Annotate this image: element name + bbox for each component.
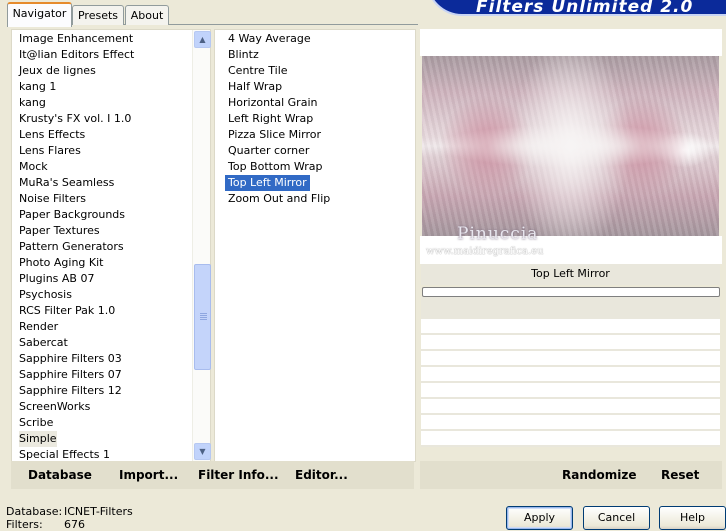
filter-item[interactable]: Half Wrap <box>225 79 285 95</box>
category-item[interactable]: ScreenWorks <box>19 399 90 415</box>
filter-item[interactable]: Top Left Mirror <box>225 175 310 191</box>
category-item[interactable]: Pattern Generators <box>19 239 124 255</box>
reset-button[interactable]: Reset <box>661 468 699 482</box>
category-item[interactable]: Sapphire Filters 03 <box>19 351 122 367</box>
filter-item[interactable]: Blintz <box>225 47 262 63</box>
category-item[interactable]: Noise Filters <box>19 191 86 207</box>
scroll-down-button[interactable]: ▼ <box>194 443 211 460</box>
watermark-name: Pinuccia <box>457 224 539 244</box>
filter-item[interactable]: 4 Way Average <box>225 31 314 47</box>
category-item[interactable]: Photo Aging Kit <box>19 255 103 271</box>
category-item[interactable]: Lens Effects <box>19 127 85 143</box>
cancel-button[interactable]: Cancel <box>583 506 650 530</box>
filter-item[interactable]: Pizza Slice Mirror <box>225 127 324 143</box>
category-item[interactable]: RCS Filter Pak 1.0 <box>19 303 115 319</box>
help-button[interactable]: Help <box>659 506 726 530</box>
filter-item[interactable]: Centre Tile <box>225 63 291 79</box>
category-item[interactable]: Simple <box>19 431 57 447</box>
filter-item[interactable]: Zoom Out and Flip <box>225 191 333 207</box>
control-slot <box>421 367 720 381</box>
tab-presets[interactable]: Presets <box>72 5 124 25</box>
control-slot <box>421 351 720 365</box>
filter-name-label: Top Left Mirror <box>531 267 610 280</box>
preview-top-margin <box>420 29 722 56</box>
filters-count-value: 676 <box>64 518 85 531</box>
scroll-up-button[interactable]: ▲ <box>194 31 211 48</box>
control-slot <box>421 319 720 333</box>
category-item[interactable]: Lens Flares <box>19 143 81 159</box>
control-slot <box>421 383 720 397</box>
category-item[interactable]: Render <box>19 319 58 335</box>
control-slot <box>421 335 720 349</box>
control-header-area <box>421 297 720 319</box>
category-item[interactable]: Sapphire Filters 07 <box>19 367 122 383</box>
category-item[interactable]: Paper Textures <box>19 223 100 239</box>
left-button-bar: Database Import... Filter Info... Editor… <box>11 461 414 489</box>
category-item[interactable]: Sapphire Filters 12 <box>19 383 122 399</box>
category-item[interactable]: Plugins AB 07 <box>19 271 94 287</box>
filter-info-button[interactable]: Filter Info... <box>198 468 279 482</box>
filter-item[interactable]: Horizontal Grain <box>225 95 320 111</box>
control-slot <box>421 431 720 445</box>
control-slot <box>421 415 720 429</box>
filter-item[interactable]: Left Right Wrap <box>225 111 316 127</box>
database-label: Database: <box>6 505 63 518</box>
database-button[interactable]: Database <box>28 468 92 482</box>
category-item[interactable]: Mock <box>19 159 48 175</box>
watermark-url: www.maidiregrafica.eu <box>426 246 544 257</box>
progress-bar <box>422 287 720 297</box>
window-title: Filters Unlimited 2.0 <box>476 0 694 17</box>
apply-button[interactable]: Apply <box>506 506 573 530</box>
category-item[interactable]: Scribe <box>19 415 53 431</box>
category-item[interactable]: Jeux de lignes <box>19 63 96 79</box>
filter-item[interactable]: Top Bottom Wrap <box>225 159 326 175</box>
category-item[interactable]: It@lian Editors Effect <box>19 47 134 63</box>
filter-item[interactable]: Quarter corner <box>225 143 312 159</box>
category-item[interactable]: MuRa's Seamless <box>19 175 114 191</box>
database-value: ICNET-Filters <box>64 505 133 518</box>
filter-list[interactable]: 4 Way Average Blintz Centre Tile Half Wrap H… <box>214 29 416 462</box>
scroll-thumb[interactable] <box>194 264 211 370</box>
control-slot <box>421 399 720 413</box>
category-item[interactable]: Psychosis <box>19 287 72 303</box>
category-item[interactable]: Sabercat <box>19 335 68 351</box>
category-item[interactable]: Krusty's FX vol. I 1.0 <box>19 111 131 127</box>
filter-name-box: Top Left Mirror <box>421 264 720 285</box>
randomize-button[interactable]: Randomize <box>562 468 636 482</box>
tab-navigator[interactable]: Navigator <box>7 2 72 27</box>
category-item[interactable]: kang 1 <box>19 79 56 95</box>
title-banner: Filters Unlimited 2.0 <box>426 0 726 17</box>
preview-image <box>422 56 719 236</box>
editor-button[interactable]: Editor... <box>295 468 348 482</box>
right-button-bar: Randomize Reset <box>420 461 722 489</box>
category-item[interactable]: Paper Backgrounds <box>19 207 125 223</box>
category-scrollbar[interactable]: ▲ ▼ <box>192 30 211 461</box>
tab-about[interactable]: About <box>125 5 169 25</box>
import-button[interactable]: Import... <box>119 468 178 482</box>
control-divider <box>421 445 720 447</box>
category-list[interactable]: Image Enhancement It@lian Editors Effect J… <box>11 29 211 462</box>
category-item[interactable]: kang <box>19 95 46 111</box>
category-item[interactable]: Image Enhancement <box>19 31 133 47</box>
filters-count-label: Filters: <box>6 518 43 531</box>
